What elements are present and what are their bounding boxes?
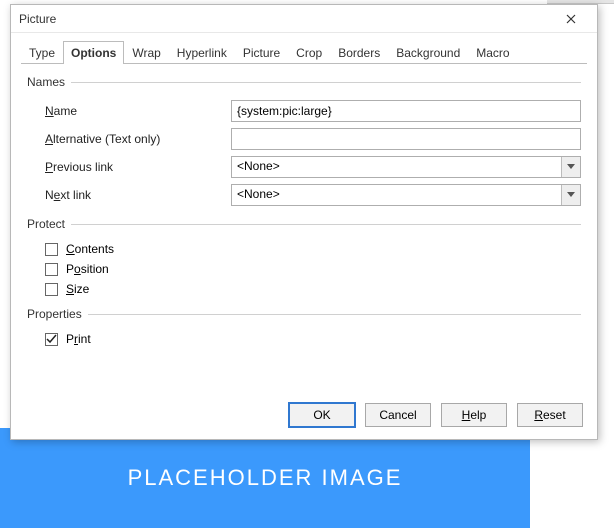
group-names: Names Name Alternative (Text only) Previ… <box>27 75 581 209</box>
ok-button[interactable]: OK <box>289 403 355 427</box>
size-label: Size <box>66 282 89 296</box>
group-properties-title: Properties <box>27 307 88 321</box>
print-label: Print <box>66 332 91 346</box>
tab-macro[interactable]: Macro <box>468 41 517 64</box>
group-properties: Properties Print <box>27 307 581 349</box>
dialog-title: Picture <box>19 12 549 26</box>
tab-type[interactable]: Type <box>21 41 63 64</box>
alternative-input[interactable] <box>231 128 581 150</box>
size-checkbox-row[interactable]: Size <box>27 279 581 299</box>
contents-label: Contents <box>66 242 114 256</box>
close-icon <box>566 14 576 24</box>
picture-dialog: Picture Type Options Wrap Hyperlink Pict… <box>10 4 598 440</box>
position-label: Position <box>66 262 109 276</box>
background-placeholder: PLACEHOLDER IMAGE <box>0 428 530 528</box>
checkbox-icon <box>45 263 58 276</box>
previous-link-label: Previous link <box>45 160 231 174</box>
tab-wrap[interactable]: Wrap <box>124 41 168 64</box>
tab-crop[interactable]: Crop <box>288 41 330 64</box>
chevron-down-icon <box>561 157 580 177</box>
help-button[interactable]: Help <box>441 403 507 427</box>
group-names-title: Names <box>27 75 71 89</box>
tab-background[interactable]: Background <box>388 41 468 64</box>
next-link-value: <None> <box>232 185 561 205</box>
divider <box>71 224 581 225</box>
divider <box>71 82 581 83</box>
close-button[interactable] <box>549 7 593 31</box>
previous-link-select[interactable]: <None> <box>231 156 581 178</box>
name-label: Name <box>45 104 231 118</box>
next-link-select[interactable]: <None> <box>231 184 581 206</box>
group-protect-title: Protect <box>27 217 71 231</box>
checkbox-icon <box>45 243 58 256</box>
button-bar: OK Cancel Help Reset <box>11 391 597 439</box>
tab-picture[interactable]: Picture <box>235 41 288 64</box>
divider <box>88 314 581 315</box>
print-checkbox-row[interactable]: Print <box>27 329 581 349</box>
reset-button[interactable]: Reset <box>517 403 583 427</box>
previous-link-value: <None> <box>232 157 561 177</box>
contents-checkbox-row[interactable]: Contents <box>27 239 581 259</box>
placeholder-label: PLACEHOLDER IMAGE <box>128 465 403 491</box>
checkbox-checked-icon <box>45 333 58 346</box>
tab-hyperlink[interactable]: Hyperlink <box>169 41 235 64</box>
position-checkbox-row[interactable]: Position <box>27 259 581 279</box>
next-link-label: Next link <box>45 188 231 202</box>
chevron-down-icon <box>561 185 580 205</box>
checkbox-icon <box>45 283 58 296</box>
name-input[interactable] <box>231 100 581 122</box>
tab-options[interactable]: Options <box>63 41 124 64</box>
cancel-button[interactable]: Cancel <box>365 403 431 427</box>
group-protect: Protect Contents Position Size <box>27 217 581 299</box>
titlebar: Picture <box>11 5 597 33</box>
tabbar: Type Options Wrap Hyperlink Picture Crop… <box>11 33 597 64</box>
tab-borders[interactable]: Borders <box>330 41 388 64</box>
alternative-label: Alternative (Text only) <box>45 132 231 146</box>
content-area: Names Name Alternative (Text only) Previ… <box>11 65 597 391</box>
